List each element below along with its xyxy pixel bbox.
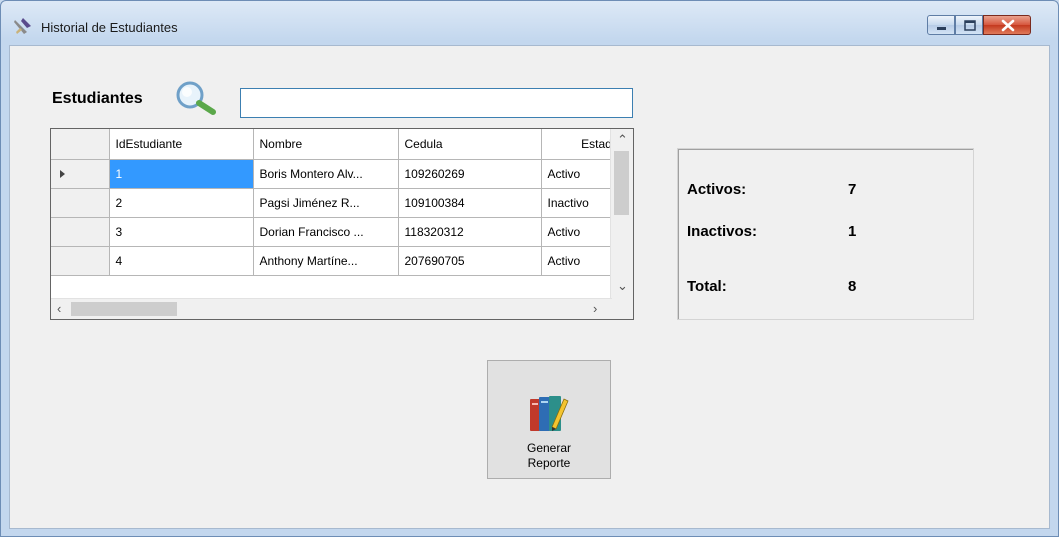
- cell-id[interactable]: 4: [109, 246, 254, 276]
- table-header-row: IdEstudiante Nombre Cedula Estado: [51, 129, 632, 160]
- table-row[interactable]: 2 Pagsi Jiménez R... 109100384 Inactivo: [51, 188, 632, 218]
- maximize-icon: [964, 20, 976, 31]
- search-input[interactable]: [240, 88, 633, 118]
- column-header-cedula[interactable]: Cedula: [398, 129, 542, 160]
- row-header-corner: [51, 129, 110, 160]
- cell-nombre[interactable]: Dorian Francisco ...: [253, 217, 399, 247]
- students-table: IdEstudiante Nombre Cedula Estado 1 Bori…: [51, 129, 632, 276]
- cell-id[interactable]: 1: [109, 159, 254, 189]
- activos-label: Activos:: [687, 181, 747, 198]
- maximize-button[interactable]: [955, 15, 983, 35]
- column-header-idestudiante[interactable]: IdEstudiante: [109, 129, 254, 160]
- vertical-scrollbar[interactable]: ⌃ ⌄: [610, 129, 633, 301]
- row-header[interactable]: [51, 217, 110, 247]
- minimize-button[interactable]: [927, 15, 955, 35]
- row-header[interactable]: [51, 188, 110, 218]
- cell-nombre[interactable]: Boris Montero Alv...: [253, 159, 399, 189]
- cell-cedula[interactable]: 118320312: [398, 217, 542, 247]
- cell-cedula[interactable]: 109260269: [398, 159, 542, 189]
- generate-report-label: Generar Reporte: [526, 441, 572, 470]
- scroll-down-icon[interactable]: ⌄: [617, 279, 628, 293]
- cell-id[interactable]: 2: [109, 188, 254, 218]
- inactivos-value: 1: [848, 223, 857, 240]
- horizontal-scroll-thumb[interactable]: [71, 302, 177, 316]
- activos-value: 7: [848, 181, 857, 198]
- close-icon: [1001, 19, 1015, 32]
- title-bar[interactable]: Historial de Estudiantes: [1, 1, 1058, 45]
- minimize-icon: [937, 27, 946, 30]
- close-button[interactable]: [983, 15, 1031, 35]
- table-row[interactable]: 1 Boris Montero Alv... 109260269 Activo: [51, 159, 632, 189]
- inactivos-label: Inactivos:: [687, 223, 758, 240]
- scroll-left-icon[interactable]: ‹: [57, 302, 61, 316]
- books-icon: [530, 396, 569, 431]
- scroll-up-icon[interactable]: ⌃: [617, 133, 628, 147]
- current-row-arrow-icon: [60, 169, 65, 178]
- scroll-right-icon[interactable]: ›: [593, 302, 597, 316]
- column-header-nombre[interactable]: Nombre: [253, 129, 399, 160]
- window-title: Historial de Estudiantes: [41, 20, 178, 35]
- generate-report-button[interactable]: Generar Reporte: [487, 360, 611, 479]
- row-header[interactable]: [51, 246, 110, 276]
- total-label: Total:: [687, 278, 727, 295]
- cell-nombre[interactable]: Anthony Martíne...: [253, 246, 399, 276]
- estudiantes-label: Estudiantes: [52, 90, 143, 107]
- students-grid[interactable]: IdEstudiante Nombre Cedula Estado 1 Bori…: [50, 128, 634, 320]
- total-value: 8: [848, 278, 857, 295]
- stats-panel: Activos: 7 Inactivos: 1 Total: 8: [677, 148, 974, 320]
- cell-cedula[interactable]: 109100384: [398, 188, 542, 218]
- scrollbar-corner: [611, 299, 633, 319]
- app-brush-icon: [14, 18, 31, 34]
- vertical-scroll-thumb[interactable]: [614, 151, 629, 215]
- table-row[interactable]: 4 Anthony Martíne... 207690705 Activo: [51, 246, 632, 276]
- cell-id[interactable]: 3: [109, 217, 254, 247]
- cell-cedula[interactable]: 207690705: [398, 246, 542, 276]
- horizontal-scrollbar[interactable]: ‹ ›: [51, 298, 612, 319]
- table-row[interactable]: 3 Dorian Francisco ... 118320312 Activo: [51, 217, 632, 247]
- row-header[interactable]: [51, 159, 110, 189]
- search-icon[interactable]: [168, 80, 230, 116]
- cell-nombre[interactable]: Pagsi Jiménez R...: [253, 188, 399, 218]
